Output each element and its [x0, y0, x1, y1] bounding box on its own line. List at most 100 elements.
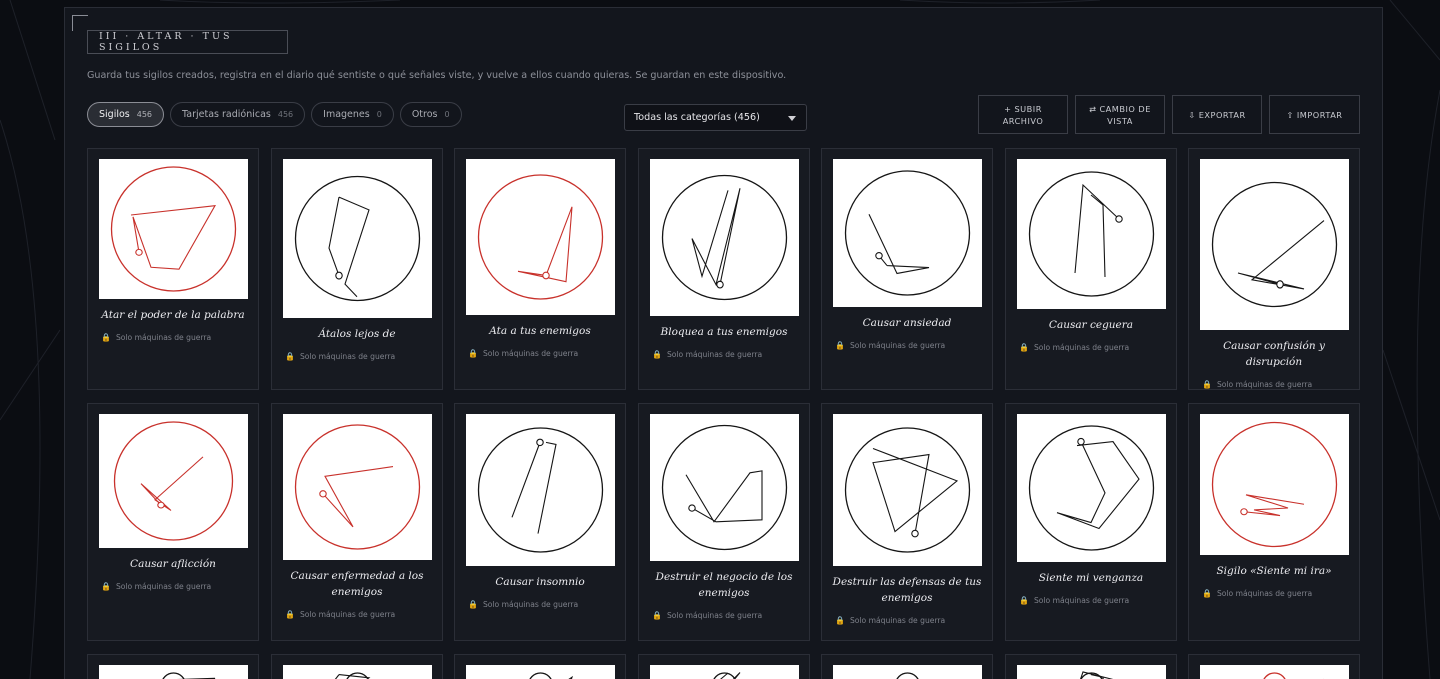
import-button[interactable]: ⇧ IMPORTAR: [1269, 95, 1360, 134]
sigil-lines: [323, 467, 393, 527]
upload-file-button[interactable]: + SUBIR ARCHIVO: [978, 95, 1068, 134]
filter-tarjetas-radionicas[interactable]: Tarjetas radiónicas 456: [170, 102, 306, 127]
sigil-image[interactable]: [650, 414, 799, 561]
filter-count: 456: [277, 110, 294, 119]
sigil-image[interactable]: [1017, 665, 1166, 679]
access-badge-label: Solo máquinas de guerra: [299, 610, 396, 619]
sigil-image[interactable]: [283, 665, 432, 679]
section-subtitle: Guarda tus sigilos creados, registra en …: [87, 70, 787, 81]
sigil-image[interactable]: [1017, 159, 1166, 309]
sigil-circle: [896, 672, 919, 679]
chevron-down-icon: [788, 116, 796, 121]
sigil-image[interactable]: [833, 414, 982, 566]
sigil-circle: [661, 424, 788, 551]
access-badge: 🔒 Solo máquinas de guerra: [468, 349, 578, 358]
sigil-card[interactable]: [1005, 654, 1177, 679]
sigil-circle: [1028, 171, 1155, 297]
sigil-image[interactable]: [99, 159, 248, 299]
sigil-card[interactable]: Ata a tus enemigos 🔒 Solo máquinas de guer…: [454, 148, 626, 390]
sigil-card[interactable]: [271, 654, 443, 679]
sigil-circle: [110, 166, 237, 292]
lock-icon: 🔒: [835, 616, 845, 625]
sigil-name: Causar ansiedad: [862, 317, 952, 329]
sigil-end-circle: [875, 251, 883, 260]
sigil-card[interactable]: Causar aflicción 🔒 Solo máquinas de guerra: [87, 403, 259, 641]
sigil-card[interactable]: [454, 654, 626, 679]
sigil-name: Destruir las defensas de tus enemigos: [832, 576, 982, 604]
access-badge-label: Solo máquinas de guerra: [1033, 596, 1130, 605]
access-badge: 🔒 Solo máquinas de guerra: [835, 616, 945, 625]
sigil-card[interactable]: [1188, 654, 1360, 679]
sigil-circle: [477, 174, 604, 300]
sigil-card[interactable]: Atar el poder de la palabra 🔒 Solo máquina…: [87, 148, 259, 390]
sigil-card[interactable]: [638, 654, 810, 679]
sigil-image[interactable]: [99, 414, 248, 548]
sigil-card[interactable]: Átalos lejos de 🔒 Solo máquinas de guerra: [271, 148, 443, 390]
sigil-image[interactable]: [650, 159, 799, 316]
sigil-image[interactable]: [650, 665, 799, 679]
sigil-card[interactable]: Bloquea a tus enemigos 🔒 Solo máquinas de …: [638, 148, 810, 390]
access-badge-label: Solo máquinas de guerra: [115, 582, 212, 591]
access-badge-label: Solo máquinas de guerra: [1216, 589, 1313, 598]
sigil-circle: [661, 174, 788, 301]
sigil-image[interactable]: [99, 665, 248, 679]
sigil-card[interactable]: [821, 654, 993, 679]
sigil-name: Causar enfermedad a los enemigos: [290, 570, 424, 598]
sigil-image[interactable]: [1200, 159, 1349, 330]
sigil-circle: [1028, 425, 1155, 551]
sigil-image[interactable]: [1200, 665, 1349, 679]
access-badge-label: Solo máquinas de guerra: [299, 352, 396, 361]
sigil-image[interactable]: [466, 665, 615, 679]
access-badge: 🔒 Solo máquinas de guerra: [1202, 380, 1312, 389]
access-badge-label: Solo máquinas de guerra: [666, 611, 763, 620]
sigil-card[interactable]: Causar insomnio 🔒 Solo máquinas de guerra: [454, 403, 626, 641]
upload-icon: ⇧: [1286, 109, 1294, 120]
lock-icon: 🔒: [468, 600, 478, 609]
sigil-image[interactable]: [1200, 414, 1349, 555]
sigil-card[interactable]: Destruir las defensas de tus enemigos 🔒 So…: [821, 403, 993, 641]
filter-sigilos[interactable]: Sigilos 456: [87, 102, 165, 127]
sigil-lines: [141, 457, 203, 511]
sigil-drawing: [661, 424, 788, 551]
change-view-button[interactable]: ⇄ CAMBIO DE VISTA: [1075, 95, 1165, 134]
filter-label: Otros: [411, 109, 438, 120]
sigil-card[interactable]: Causar ansiedad 🔒 Solo máquinas de guerra: [821, 148, 993, 390]
sigil-circle: [162, 672, 185, 679]
sigil-card[interactable]: Causar enfermedad a los enemigos 🔒 Solo má…: [271, 403, 443, 641]
filter-imagenes[interactable]: Imagenes 0: [311, 102, 394, 127]
sigil-lines: [1238, 221, 1324, 289]
sigil-card[interactable]: Destruir el negocio de los enemigos 🔒 Solo…: [638, 403, 810, 641]
lock-icon: 🔒: [1019, 596, 1029, 605]
sigil-drawing: [844, 427, 971, 553]
sigil-card[interactable]: Causar ceguera 🔒 Solo máquinas de guerra: [1005, 148, 1177, 390]
sigil-drawing: [529, 672, 615, 679]
sigil-image[interactable]: [466, 159, 615, 315]
access-badge-label: Solo máquinas de guerra: [482, 600, 579, 609]
sigil-card[interactable]: Sigilo «Siente mi ira» 🔒 Solo máquinas de …: [1188, 403, 1360, 641]
sigil-name: Destruir el negocio de los enemigos: [655, 571, 793, 599]
access-badge: 🔒 Solo máquinas de guerra: [1202, 589, 1312, 598]
sigil-drawing: [283, 672, 432, 679]
sigil-end-circle: [319, 490, 327, 498]
export-button[interactable]: ⇩ EXPORTAR: [1172, 95, 1262, 134]
sigil-image[interactable]: [833, 665, 982, 679]
sigil-image[interactable]: [466, 414, 615, 566]
sigil-drawing: [1028, 171, 1155, 297]
sigil-lines: [1244, 495, 1304, 516]
sigil-image[interactable]: [283, 414, 432, 560]
sigil-image[interactable]: [833, 159, 982, 307]
filter-label: Imagenes: [323, 109, 370, 120]
section-title: III · ALTAR · TUS SIGILOS: [87, 30, 288, 54]
sigil-image[interactable]: [1017, 414, 1166, 562]
sigil-card[interactable]: Siente mi venganza 🔒 Solo máquinas de guer…: [1005, 403, 1177, 641]
sigil-name: Causar ceguera: [1048, 319, 1134, 331]
action-buttons: + SUBIR ARCHIVO ⇄ CAMBIO DE VISTA ⇩ EXPORTA…: [978, 95, 1360, 134]
sigil-end-circle: [542, 271, 550, 280]
filter-label: Sigilos: [99, 109, 130, 120]
sigil-card[interactable]: Causar confusión y disrupción 🔒 Solo máqui…: [1188, 148, 1360, 390]
sigil-image[interactable]: [283, 159, 432, 318]
sigil-card[interactable]: [87, 654, 259, 679]
sigil-circle: [477, 427, 604, 553]
category-select[interactable]: Todas las categorías (456): [624, 104, 807, 131]
filter-otros[interactable]: Otros 0: [399, 102, 462, 127]
